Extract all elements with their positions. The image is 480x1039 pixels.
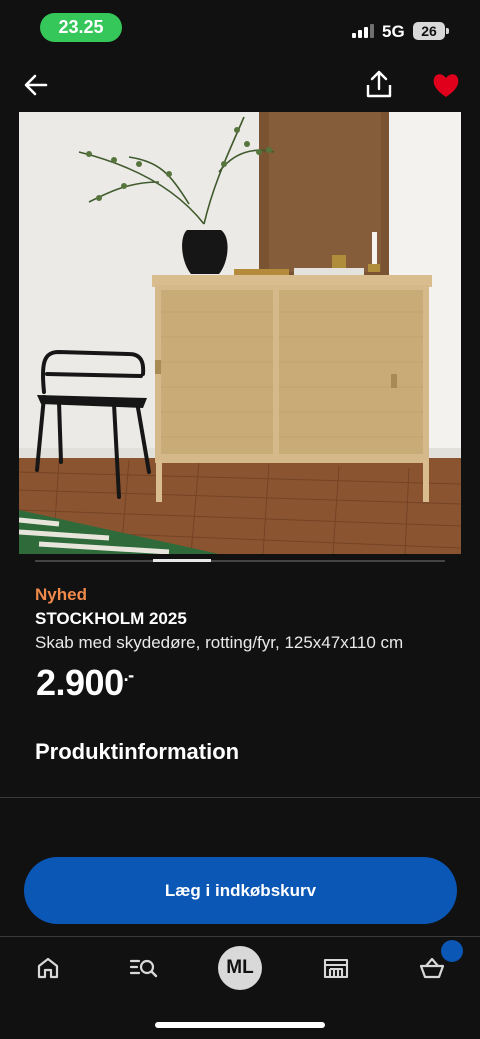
favorite-button[interactable] [430, 70, 462, 100]
product-name: STOCKHOLM 2025 [35, 609, 187, 628]
tab-profile-avatar[interactable]: ML [218, 946, 262, 990]
image-carousel-indicator[interactable] [35, 559, 445, 562]
tab-store[interactable] [314, 950, 358, 986]
search-list-icon [129, 959, 158, 978]
product-information-link[interactable]: Produktinformation [35, 739, 239, 765]
cart-notification-dot [441, 940, 463, 962]
home-indicator[interactable] [155, 1022, 325, 1028]
status-bar: 23.25 5G 26 [0, 0, 480, 56]
basket-icon [419, 957, 445, 979]
tab-home[interactable] [26, 950, 70, 986]
share-button[interactable] [362, 68, 396, 102]
product-image[interactable] [19, 112, 461, 554]
signal-strength-icon [352, 24, 374, 38]
price-value: 2.900 [36, 662, 124, 703]
home-icon [37, 957, 59, 979]
product-photo [19, 112, 461, 554]
tab-search[interactable] [122, 950, 166, 986]
product-price: 2.900.- [36, 662, 134, 704]
price-suffix: .- [123, 665, 135, 685]
store-icon [323, 958, 349, 979]
status-time: 23.25 [40, 13, 122, 42]
add-to-cart-button[interactable]: Læg i indkøbskurv [24, 857, 457, 924]
product-description: Skab med skydedøre, rotting/fyr, 125x47x… [35, 633, 404, 652]
back-button[interactable] [20, 70, 52, 100]
carousel-active-segment [153, 559, 211, 562]
section-divider [0, 797, 480, 798]
network-type: 5G [382, 22, 405, 41]
new-badge: Nyhed [35, 585, 87, 604]
heart-icon [433, 74, 459, 97]
battery-cap [446, 28, 449, 34]
arrow-left-icon [24, 74, 48, 96]
share-icon [366, 70, 392, 98]
tabbar-divider [0, 936, 480, 937]
battery-icon: 26 [413, 22, 445, 40]
